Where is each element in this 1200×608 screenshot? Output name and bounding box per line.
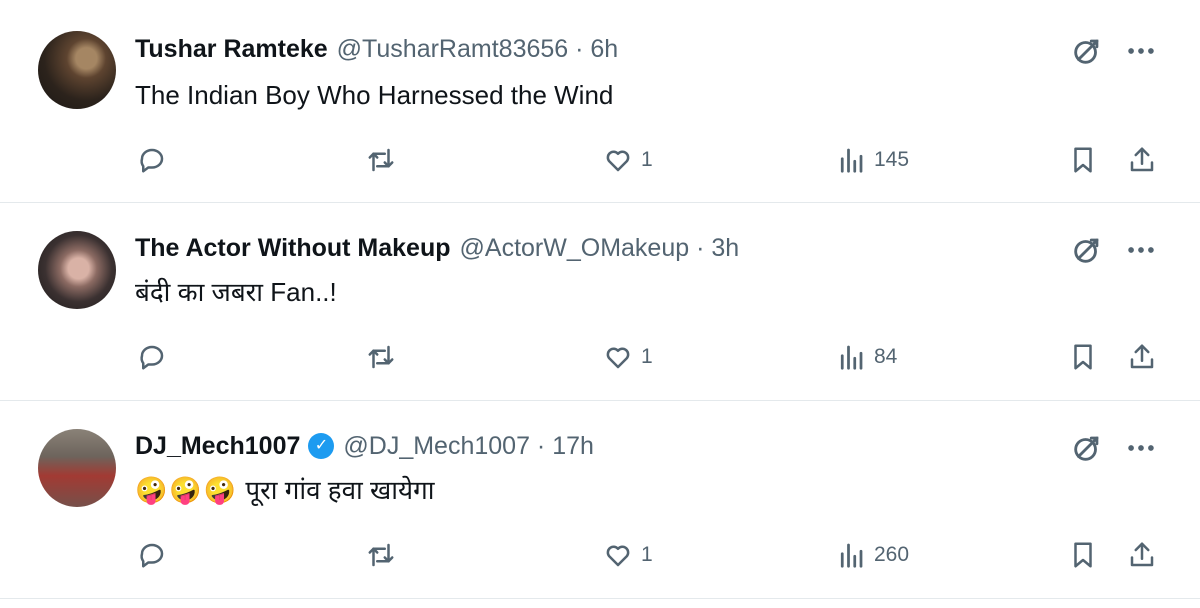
reply-icon [140,345,164,370]
tweet-text: The Indian Boy Who Harnessed the Wind [135,80,614,110]
views-button[interactable]: 260 [836,535,909,575]
tweet-header: The Actor Without Makeup @ActorW_OMakeup… [135,232,739,264]
grok-icon[interactable] [1070,34,1104,68]
reply-button[interactable] [137,140,167,180]
bookmark-icon [1074,344,1092,370]
tweet-header: DJ_Mech1007 ✓ @DJ_Mech1007 · 17h [135,430,594,462]
display-name[interactable]: Tushar Ramteke [135,33,328,65]
tweet[interactable]: The Actor Without Makeup @ActorW_OMakeup… [0,203,1200,401]
bookmark-icon [1074,147,1092,173]
grok-icon[interactable] [1070,233,1104,267]
bookmark-button[interactable] [1068,535,1098,575]
share-icon [1130,542,1154,567]
avatar[interactable] [38,429,116,507]
views-icon [840,543,863,568]
avatar[interactable] [38,31,116,109]
handle-time[interactable]: @DJ_Mech1007 · 17h [343,430,594,462]
tweet-text: बंदी का जबरा Fan..! [135,277,337,307]
repost-icon [368,345,394,369]
tweet-actions: 1 145 [0,140,1200,180]
share-icon [1130,344,1154,369]
reply-feed: Tushar Ramteke @TusharRamt83656 · 6h The… [0,0,1200,608]
zany-face-emoji: 🤪 [169,475,202,505]
heart-icon [606,150,630,172]
like-count: 1 [641,345,653,368]
view-count: 260 [874,543,910,566]
repost-button[interactable] [366,535,396,575]
like-button[interactable]: 1 [603,337,653,377]
share-button[interactable] [1127,140,1157,180]
handle-time[interactable]: @TusharRamt83656 · 6h [337,33,619,65]
bookmark-button[interactable] [1068,140,1098,180]
reply-button[interactable] [137,337,167,377]
tweet[interactable]: DJ_Mech1007 ✓ @DJ_Mech1007 · 17h 🤪🤪🤪 पूर… [0,401,1200,599]
zany-face-emoji: 🤪 [135,475,168,505]
like-button[interactable]: 1 [603,535,653,575]
views-icon [840,148,863,173]
repost-button[interactable] [366,140,396,180]
tweet-actions: 1 84 [0,337,1200,377]
view-count: 84 [874,345,898,368]
reply-icon [140,543,164,568]
tweet-header: Tushar Ramteke @TusharRamt83656 · 6h [135,33,618,65]
reply-button[interactable] [137,535,167,575]
bookmark-button[interactable] [1068,337,1098,377]
tweet-text-body: पूरा गांव हवा खायेगा [245,475,435,505]
more-icon[interactable] [1124,34,1158,68]
views-icon [840,345,863,370]
heart-icon [606,545,630,567]
views-button[interactable]: 145 [836,140,909,180]
tweet-actions: 1 260 [0,535,1200,575]
display-name[interactable]: The Actor Without Makeup [135,232,451,264]
like-count: 1 [641,148,653,171]
like-count: 1 [641,543,653,566]
views-button[interactable]: 84 [836,337,897,377]
bookmark-icon [1074,542,1092,568]
view-count: 145 [874,148,910,171]
repost-icon [368,543,394,567]
avatar[interactable] [38,231,116,309]
tweet-text: 🤪🤪🤪 पूरा गांव हवा खायेगा [135,473,434,507]
zany-face-emoji: 🤪 [203,475,237,505]
more-icon[interactable] [1124,233,1158,267]
repost-icon [368,148,394,172]
like-button[interactable]: 1 [603,140,653,180]
share-button[interactable] [1127,337,1157,377]
display-name[interactable]: DJ_Mech1007 [135,430,300,462]
reply-icon [140,148,164,173]
share-icon [1130,147,1154,172]
tweet[interactable]: Tushar Ramteke @TusharRamt83656 · 6h The… [0,0,1200,203]
repost-button[interactable] [366,337,396,377]
share-button[interactable] [1127,535,1157,575]
heart-icon [606,347,630,369]
handle-time[interactable]: @ActorW_OMakeup · 3h [460,232,740,264]
grok-icon[interactable] [1070,431,1104,465]
verified-badge-icon: ✓ [308,433,335,459]
more-icon[interactable] [1124,431,1158,465]
